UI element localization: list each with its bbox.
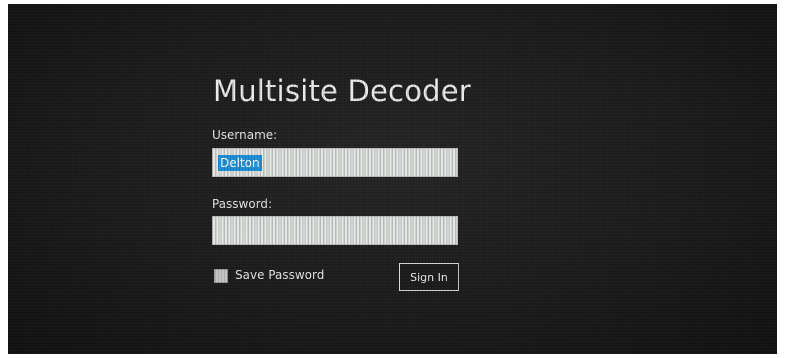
- username-label: Username:: [212, 128, 278, 142]
- username-field[interactable]: Delton: [212, 148, 458, 177]
- app-title: Multisite Decoder: [213, 74, 471, 108]
- save-password-label[interactable]: Save Password: [235, 268, 324, 282]
- login-screen: Multisite Decoder Username: Delton Passw…: [8, 4, 777, 354]
- password-label: Password:: [212, 197, 273, 211]
- sign-in-button[interactable]: Sign In: [399, 263, 459, 291]
- password-field[interactable]: [212, 216, 458, 245]
- save-password-checkbox[interactable]: [214, 269, 228, 283]
- username-value: Delton: [218, 155, 262, 171]
